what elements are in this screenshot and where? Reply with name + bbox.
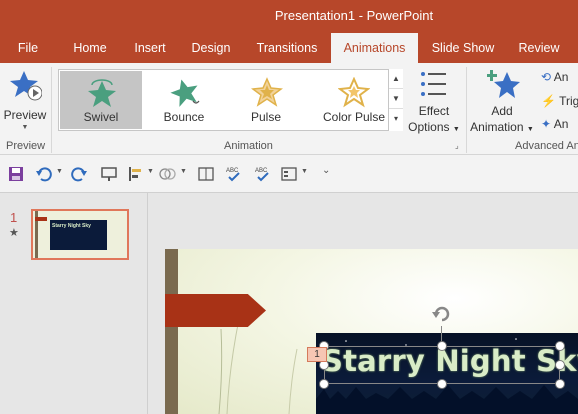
separator bbox=[51, 67, 52, 153]
trigger-label: Trig bbox=[559, 94, 578, 108]
spelling-check-icon[interactable]: ABC bbox=[254, 165, 272, 183]
animation-pane-label: An bbox=[553, 70, 569, 84]
thumb-flag bbox=[35, 217, 47, 221]
add-animation-label-2: Animation ▼ bbox=[470, 120, 534, 134]
gallery-more-icon[interactable]: ▾ bbox=[389, 109, 403, 129]
customize-qat-icon[interactable]: ⌄ bbox=[322, 165, 330, 176]
quick-access-toolbar: ▼ ▼ ▼ ABC ABC ▼ ⌄ bbox=[0, 155, 578, 193]
animation-pulse-label: Pulse bbox=[250, 110, 282, 124]
add-animation-button[interactable]: Add Animation ▼ bbox=[470, 67, 534, 137]
color-pulse-star-icon bbox=[338, 77, 370, 108]
layout-dropdown-icon[interactable]: ▼ bbox=[301, 168, 308, 175]
preview-dropdown-icon: ▼ bbox=[21, 124, 29, 131]
preview-label: Preview bbox=[3, 108, 47, 122]
resize-handle-br[interactable] bbox=[555, 379, 565, 389]
separator bbox=[466, 67, 467, 153]
group-label-advanced: Advanced An bbox=[515, 140, 578, 152]
grass-decoration bbox=[218, 318, 298, 414]
effect-options-label-2-text: Options bbox=[408, 120, 450, 134]
slide[interactable]: Starry Night Sky 1 bbox=[165, 249, 578, 414]
undo-icon[interactable] bbox=[35, 165, 53, 183]
shapes-icon[interactable] bbox=[158, 165, 176, 183]
resize-handle-bl[interactable] bbox=[319, 379, 329, 389]
resize-handle-tm[interactable] bbox=[437, 341, 447, 351]
tab-home[interactable]: Home bbox=[66, 33, 114, 63]
title-bar: Presentation1 - PowerPoint bbox=[0, 0, 578, 33]
effect-options-label-2: Options ▼ bbox=[406, 120, 462, 134]
gallery-down-icon[interactable]: ▼ bbox=[389, 89, 403, 109]
animation-color-pulse[interactable]: Color Pulse bbox=[307, 71, 401, 129]
slide-canvas: Starry Night Sky 1 bbox=[149, 193, 578, 414]
animation-gallery: Swivel Bounce Pulse Color Pulse bbox=[58, 69, 403, 131]
gallery-up-icon[interactable]: ▲ bbox=[389, 69, 403, 89]
animation-swivel-label: Swivel bbox=[83, 110, 119, 124]
bounce-star-icon bbox=[170, 79, 200, 107]
tab-insert[interactable]: Insert bbox=[124, 33, 176, 63]
resize-handle-mr[interactable] bbox=[555, 360, 565, 370]
add-animation-dropdown-icon: ▼ bbox=[526, 126, 534, 133]
animation-dialog-launcher-icon[interactable]: ⌟ bbox=[455, 141, 459, 150]
animation-color-pulse-label: Color Pulse bbox=[322, 110, 386, 124]
svg-text:ABC: ABC bbox=[226, 168, 239, 174]
slide-left-bar bbox=[165, 249, 178, 414]
effect-options-icon bbox=[421, 72, 446, 96]
title-ribbon-shape bbox=[165, 294, 266, 327]
align-icon[interactable] bbox=[126, 165, 144, 183]
swivel-star-icon bbox=[88, 79, 116, 107]
tab-slide-show[interactable]: Slide Show bbox=[425, 33, 501, 63]
slides-pane: 1 ★ Starry Night Sky bbox=[0, 193, 148, 414]
animation-painter-button[interactable]: ✦ An bbox=[541, 117, 578, 135]
svg-text:ABC: ABC bbox=[255, 168, 268, 174]
animation-painter-icon: ✦ bbox=[541, 117, 552, 131]
trigger-icon: ⚡ bbox=[541, 94, 556, 108]
animation-pane-icon: ⟲ bbox=[541, 70, 552, 84]
tab-design[interactable]: Design bbox=[184, 33, 238, 63]
animation-bounce-label: Bounce bbox=[163, 110, 205, 124]
shapes-dropdown-icon[interactable]: ▼ bbox=[180, 168, 187, 175]
preview-button[interactable]: Preview ▼ bbox=[2, 67, 48, 131]
slide-number: 1 bbox=[10, 210, 18, 225]
tab-review[interactable]: Review bbox=[510, 33, 568, 63]
spelling-icon[interactable]: ABC bbox=[225, 165, 243, 183]
add-animation-icon bbox=[487, 70, 520, 98]
group-label-animation: Animation bbox=[224, 140, 273, 152]
book-icon[interactable] bbox=[197, 165, 215, 183]
window-title: Presentation1 - PowerPoint bbox=[274, 8, 434, 23]
layout-icon[interactable] bbox=[280, 165, 298, 183]
powerpoint-window: Presentation1 - PowerPoint File Home Ins… bbox=[0, 0, 578, 414]
preview-icon bbox=[10, 71, 42, 101]
align-dropdown-icon[interactable]: ▼ bbox=[147, 168, 154, 175]
animation-pulse[interactable]: Pulse bbox=[225, 71, 307, 129]
effect-options-button[interactable]: Effect Options ▼ bbox=[406, 67, 462, 137]
ribbon: Preview ▼ Preview Swivel Bounce Pulse Co… bbox=[0, 63, 578, 155]
animation-order-tag[interactable]: 1 bbox=[307, 347, 327, 362]
animation-bounce[interactable]: Bounce bbox=[143, 71, 225, 129]
redo-icon[interactable] bbox=[70, 165, 88, 183]
save-icon[interactable] bbox=[7, 165, 25, 183]
slide-thumbnail[interactable]: Starry Night Sky bbox=[31, 209, 129, 260]
tab-animations[interactable]: Animations bbox=[331, 33, 418, 63]
presentation-icon[interactable] bbox=[100, 165, 118, 183]
gallery-scroll[interactable]: ▲ ▼ ▾ bbox=[388, 69, 403, 131]
resize-handle-tr[interactable] bbox=[555, 341, 565, 351]
group-label-preview: Preview bbox=[6, 140, 46, 152]
ribbon-tabs: File Home Insert Design Transitions Anim… bbox=[0, 33, 578, 63]
animation-swivel[interactable]: Swivel bbox=[60, 71, 142, 129]
resize-handle-bm[interactable] bbox=[437, 379, 447, 389]
slide-animation-star-icon: ★ bbox=[9, 227, 19, 239]
animation-painter-label: An bbox=[553, 117, 569, 131]
effect-options-dropdown-icon: ▼ bbox=[452, 126, 460, 133]
add-animation-label-2-text: Animation bbox=[470, 120, 524, 134]
thumb-title: Starry Night Sky bbox=[52, 223, 91, 229]
effect-options-label-1: Effect bbox=[418, 104, 450, 118]
undo-dropdown-icon[interactable]: ▼ bbox=[56, 168, 63, 175]
add-animation-label-1: Add bbox=[491, 104, 513, 118]
tab-file[interactable]: File bbox=[6, 33, 50, 63]
pulse-star-icon bbox=[251, 77, 283, 107]
rotate-handle-icon[interactable] bbox=[430, 302, 454, 326]
thumb-picture: Starry Night Sky bbox=[50, 220, 107, 250]
trigger-button[interactable]: ⚡ Trig bbox=[541, 94, 578, 112]
animation-pane-button[interactable]: ⟲ An bbox=[541, 70, 578, 88]
tab-transitions[interactable]: Transitions bbox=[249, 33, 325, 63]
